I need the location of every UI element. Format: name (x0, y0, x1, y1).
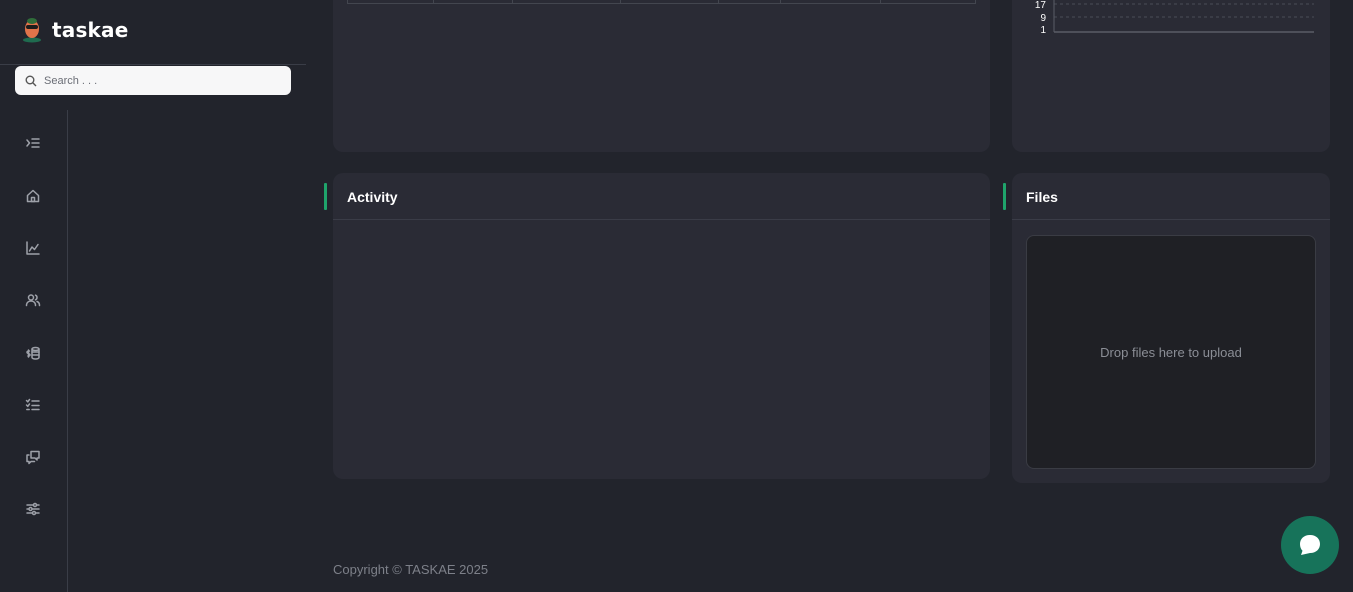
file-dropzone[interactable]: Drop files here to upload (1026, 235, 1316, 469)
settings-sliders-icon[interactable] (23, 499, 43, 519)
search-input[interactable] (44, 74, 264, 87)
chat-bubble-icon (1300, 535, 1320, 555)
activity-card: Activity (333, 173, 990, 479)
activity-header: Activity (333, 173, 990, 220)
table-column-divider (718, 0, 719, 4)
tasks-icon[interactable] (23, 395, 43, 415)
sidebar: taskae (0, 0, 306, 592)
search-box[interactable] (15, 66, 291, 95)
activity-accent-bar (324, 183, 327, 210)
table-card (333, 0, 990, 152)
messages-icon[interactable] (23, 447, 43, 467)
activity-title: Activity (347, 189, 398, 205)
table-column-divider (433, 0, 434, 4)
table-column-divider (880, 0, 881, 4)
collapse-menu-icon[interactable] (23, 133, 43, 153)
home-icon[interactable] (23, 186, 43, 206)
analytics-icon[interactable] (23, 238, 43, 258)
logo-mascot-icon (23, 18, 41, 43)
table-column-divider (620, 0, 621, 4)
y-tick-label: 17 (1035, 0, 1047, 11)
files-accent-bar (1003, 183, 1006, 210)
data-table (347, 0, 976, 4)
sidebar-divider (0, 64, 306, 65)
finance-icon[interactable] (23, 343, 43, 363)
footer-copyright: Copyright © TASKAE 2025 (333, 562, 489, 577)
files-title: Files (1026, 189, 1058, 205)
table-column-divider (780, 0, 781, 4)
chat-button[interactable] (1281, 516, 1339, 574)
logo[interactable]: taskae (20, 14, 129, 46)
chart-card: 17 9 1 (1012, 0, 1330, 152)
users-icon[interactable] (23, 290, 43, 310)
table-column-divider (512, 0, 513, 4)
files-card: Files Drop files here to upload (1012, 173, 1330, 483)
files-header: Files (1012, 173, 1330, 220)
y-tick-label: 9 (1040, 13, 1046, 24)
app-name: taskae (52, 18, 129, 42)
y-tick-label: 1 (1040, 25, 1046, 36)
search-icon (25, 75, 37, 86)
rail-divider (67, 110, 68, 592)
dropzone-text: Drop files here to upload (1100, 344, 1242, 360)
line-chart: 1791 (1035, 0, 1314, 36)
